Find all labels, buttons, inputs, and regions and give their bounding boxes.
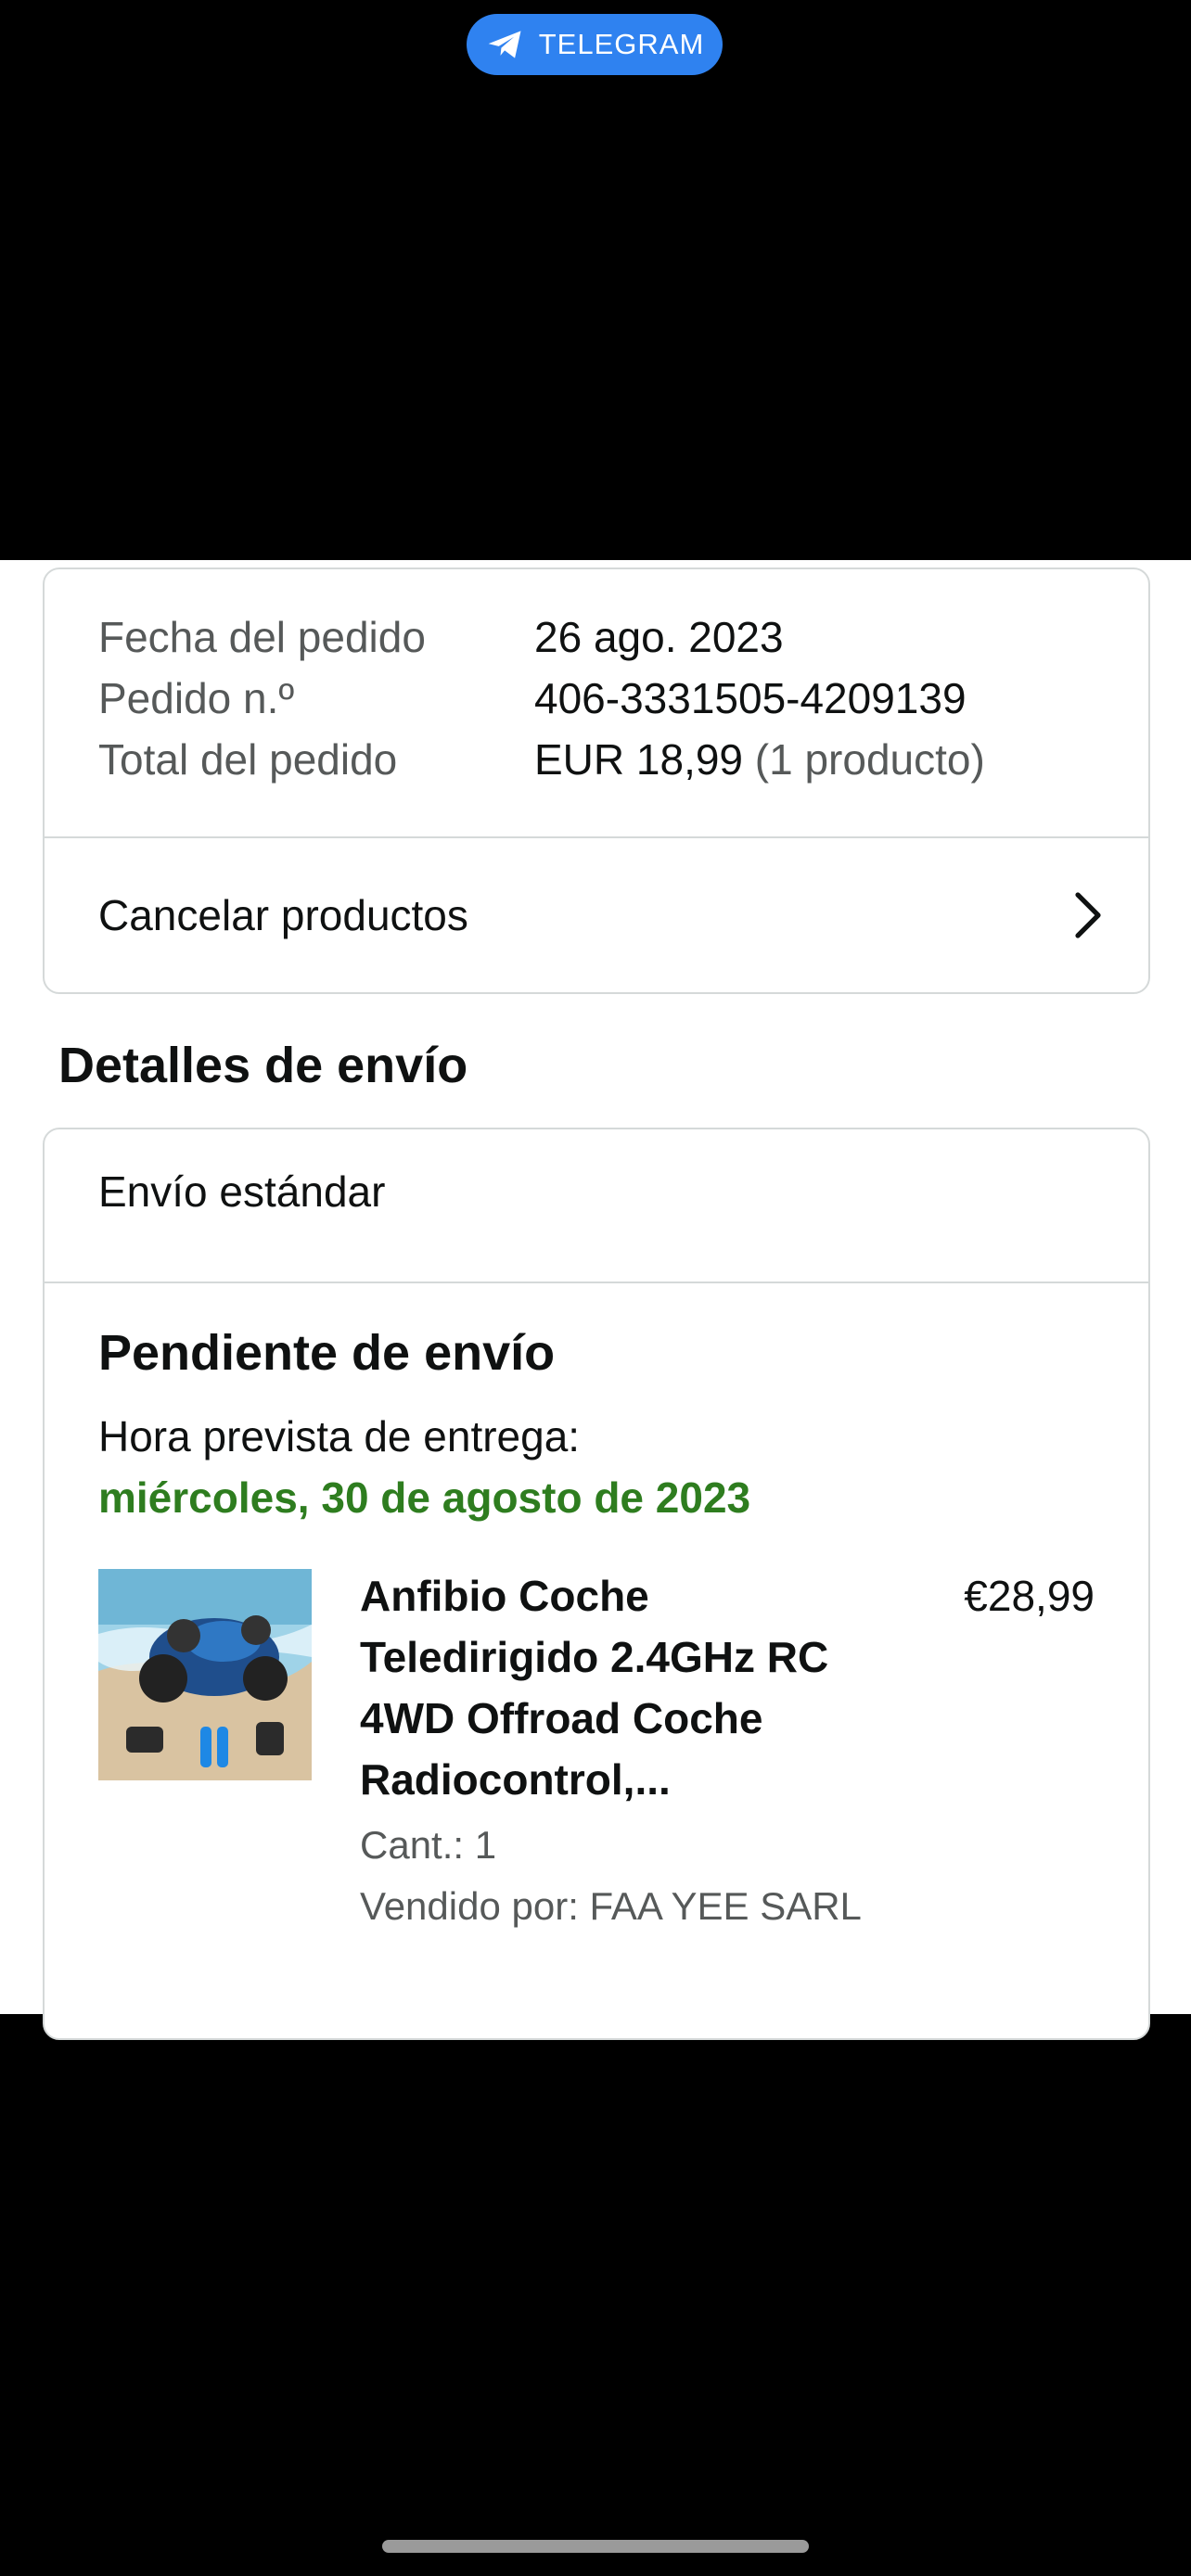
- product-price: €28,99: [964, 1572, 1095, 1620]
- order-date-row: Fecha del pedido 26 ago. 2023: [98, 606, 985, 668]
- shipping-method: Envío estándar: [98, 1167, 386, 1216]
- order-summary: Fecha del pedido 26 ago. 2023 Pedido n.º…: [98, 606, 985, 790]
- order-total-amount: EUR 18,99: [534, 735, 744, 784]
- product-seller: Vendido por: FAA YEE SARL: [360, 1884, 862, 1928]
- order-number-value: 406-3331505-4209139: [534, 674, 967, 722]
- order-total-count: (1 producto): [754, 735, 985, 784]
- order-number-row: Pedido n.º 406-3331505-4209139: [98, 668, 985, 729]
- order-number-label: Pedido n.º: [98, 674, 295, 722]
- order-summary-card: Fecha del pedido 26 ago. 2023 Pedido n.º…: [43, 567, 1150, 994]
- cancel-products-label: Cancelar productos: [98, 891, 468, 939]
- order-date-value: 26 ago. 2023: [534, 613, 784, 661]
- order-total-value: EUR 18,99 (1 producto): [534, 729, 985, 790]
- delivery-estimate-label: Hora prevista de entrega:: [98, 1412, 581, 1460]
- shipment-status-title: Pendiente de envío: [98, 1325, 556, 1381]
- order-date-label: Fecha del pedido: [98, 613, 426, 661]
- shipment-divider: [45, 1282, 1148, 1283]
- order-total-label: Total del pedido: [98, 735, 398, 784]
- telegram-button[interactable]: TELEGRAM: [467, 14, 723, 75]
- product-title[interactable]: Anfibio Coche Teledirigido 2.4GHz RC 4WD…: [360, 1565, 879, 1810]
- product-quantity: Cant.: 1: [360, 1823, 497, 1867]
- shipment-card: Envío estándar Pendiente de envío Hora p…: [43, 1128, 1150, 2040]
- order-details-screen: Fecha del pedido 26 ago. 2023 Pedido n.º…: [0, 560, 1191, 2040]
- delivery-estimate-date: miércoles, 30 de agosto de 2023: [98, 1473, 751, 1522]
- telegram-icon: [488, 31, 521, 58]
- telegram-label: TELEGRAM: [538, 28, 705, 60]
- order-total-row: Total del pedido EUR 18,99 (1 producto): [98, 729, 985, 790]
- home-indicator[interactable]: [382, 2540, 809, 2553]
- chevron-right-icon: [1075, 892, 1101, 938]
- product-image[interactable]: [98, 1569, 312, 1780]
- shipping-section-title: Detalles de envío: [58, 1038, 468, 1093]
- cancel-products-button[interactable]: Cancelar productos: [45, 838, 1148, 992]
